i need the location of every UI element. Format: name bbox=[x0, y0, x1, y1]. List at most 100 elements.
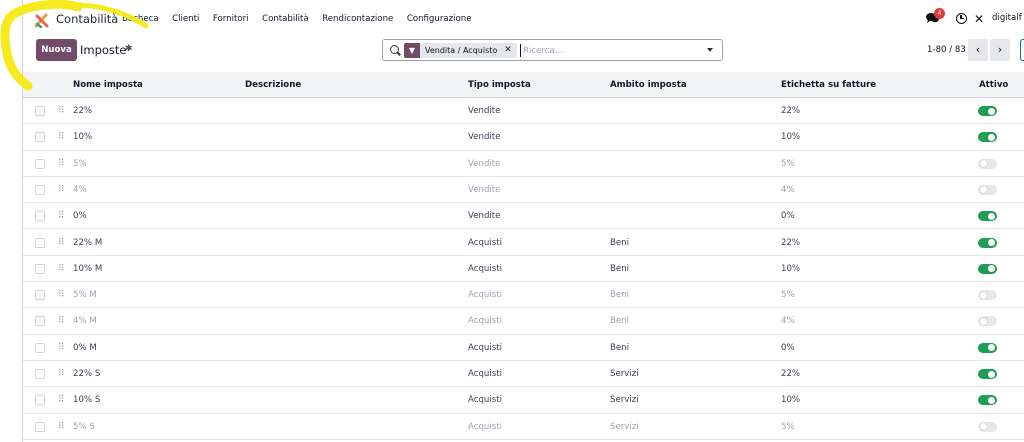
activity-clock-icon[interactable] bbox=[956, 13, 967, 24]
drag-handle-icon[interactable]: ⠿ bbox=[58, 131, 66, 143]
pager-next-button[interactable]: › bbox=[990, 39, 1010, 61]
row-checkbox[interactable] bbox=[35, 421, 45, 432]
cell-type: Acquisti bbox=[468, 421, 502, 432]
accounting-app-icon[interactable] bbox=[34, 12, 50, 28]
active-toggle[interactable] bbox=[978, 184, 997, 195]
search-options-toggle-icon[interactable] bbox=[707, 48, 713, 52]
table-row[interactable]: ⠿ 0% M Acquisti Beni 0% bbox=[23, 335, 1024, 361]
drag-handle-icon[interactable]: ⠿ bbox=[58, 368, 66, 380]
table-row[interactable]: ⠿ 5% M Acquisti Beni 5% bbox=[23, 282, 1024, 309]
cell-type: Acquisti bbox=[468, 395, 502, 406]
table-row[interactable]: ⠿ 22% S Acquisti Servizi 22% bbox=[23, 361, 1024, 388]
pager-previous-button[interactable]: ‹ bbox=[968, 39, 988, 61]
navbar-systray: 4 ✕ digitalf bbox=[926, 8, 1022, 26]
drag-handle-icon[interactable]: ⠿ bbox=[58, 342, 66, 354]
menu-item-rendicontazione[interactable]: Rendicontazione bbox=[322, 14, 393, 24]
row-checkbox[interactable] bbox=[35, 211, 45, 222]
view-switcher-button[interactable] bbox=[1020, 39, 1024, 61]
drag-handle-icon[interactable]: ⠿ bbox=[58, 315, 66, 327]
table-row[interactable]: ⠿ 10% M Acquisti Beni 10% bbox=[23, 256, 1024, 283]
active-toggle[interactable] bbox=[978, 158, 997, 169]
cell-invoice-label: 4% bbox=[781, 184, 795, 195]
table-row[interactable]: ⠿ 10% S Acquisti Servizi 10% bbox=[23, 387, 1024, 414]
cell-invoice-label: 5% bbox=[781, 421, 795, 432]
debug-tools-icon[interactable]: ✕ bbox=[974, 12, 984, 26]
row-checkbox[interactable] bbox=[35, 106, 45, 116]
cell-invoice-label: 4% bbox=[781, 316, 795, 327]
table-row[interactable]: ⠿ 4% Vendite 4% bbox=[23, 177, 1024, 204]
active-toggle[interactable] bbox=[978, 395, 997, 406]
table-row[interactable]: ⠿ 22% M Acquisti Beni 22% bbox=[23, 230, 1024, 256]
drag-handle-icon[interactable]: ⠿ bbox=[58, 210, 66, 222]
cell-scope: Beni bbox=[610, 316, 630, 327]
row-checkbox[interactable] bbox=[35, 316, 45, 327]
cell-scope: Servizi bbox=[610, 421, 639, 432]
user-menu[interactable]: digitalf bbox=[992, 13, 1022, 23]
cell-scope: Servizi bbox=[610, 369, 639, 379]
pager-value[interactable]: 1-80 / 83 bbox=[927, 45, 966, 55]
menu-item-contabilita[interactable]: Contabilità bbox=[262, 14, 309, 24]
app-page: Contabilità Bacheca Clienti Fornitori Co… bbox=[22, 0, 1024, 442]
cell-name: 10% bbox=[73, 132, 93, 143]
active-toggle[interactable] bbox=[978, 421, 997, 432]
table-row[interactable]: ⠿ 5% Vendite 5% bbox=[23, 151, 1024, 177]
gear-icon[interactable]: ✱ bbox=[125, 44, 133, 54]
active-toggle[interactable] bbox=[978, 263, 997, 274]
active-toggle[interactable] bbox=[978, 369, 997, 379]
cell-name: 4% M bbox=[73, 316, 97, 327]
app-name[interactable]: Contabilità bbox=[56, 12, 118, 26]
table-row[interactable]: ⠿ 10% Vendite 10% bbox=[23, 124, 1024, 151]
cell-invoice-label: 0% bbox=[781, 211, 795, 222]
drag-handle-icon[interactable]: ⠿ bbox=[58, 421, 66, 433]
drag-handle-icon[interactable]: ⠿ bbox=[58, 394, 66, 406]
row-checkbox[interactable] bbox=[35, 369, 45, 379]
column-header-invoice-label[interactable]: Etichetta su fatture bbox=[781, 80, 876, 90]
drag-handle-icon[interactable]: ⠿ bbox=[58, 105, 66, 117]
drag-handle-icon[interactable]: ⠿ bbox=[58, 184, 66, 196]
active-toggle[interactable] bbox=[978, 342, 997, 353]
row-checkbox[interactable] bbox=[35, 342, 45, 353]
table-header: Nome imposta Descrizione Tipo imposta Am… bbox=[23, 72, 1024, 98]
cell-invoice-label: 10% bbox=[781, 132, 801, 143]
remove-filter-icon[interactable]: ✕ bbox=[502, 43, 517, 58]
drag-handle-icon[interactable]: ⠿ bbox=[58, 289, 66, 301]
menu-item-bacheca[interactable]: Bacheca bbox=[122, 14, 159, 24]
column-header-type[interactable]: Tipo imposta bbox=[468, 80, 531, 90]
drag-handle-icon[interactable]: ⠿ bbox=[58, 237, 66, 249]
table-row[interactable]: ⠿ 22% Vendite 22% bbox=[23, 98, 1024, 125]
active-toggle[interactable] bbox=[978, 106, 997, 116]
column-header-scope[interactable]: Ambito imposta bbox=[610, 80, 687, 90]
drag-handle-icon[interactable]: ⠿ bbox=[58, 263, 66, 275]
row-checkbox[interactable] bbox=[35, 132, 45, 143]
messages-icon[interactable]: 4 bbox=[926, 8, 945, 24]
active-toggle[interactable] bbox=[978, 316, 997, 327]
search-input[interactable] bbox=[520, 44, 700, 57]
active-toggle[interactable] bbox=[978, 290, 997, 301]
column-header-description[interactable]: Descrizione bbox=[245, 80, 301, 90]
row-checkbox[interactable] bbox=[35, 237, 45, 248]
table-row[interactable]: ⠿ 5% S Acquisti Servizi 5% bbox=[23, 414, 1024, 440]
row-checkbox[interactable] bbox=[35, 184, 45, 195]
row-checkbox[interactable] bbox=[35, 290, 45, 301]
row-checkbox[interactable] bbox=[35, 263, 45, 274]
table-row[interactable]: ⠿ 0% Vendite 0% bbox=[23, 203, 1024, 230]
new-button[interactable]: Nuova bbox=[36, 39, 77, 61]
search-icon[interactable] bbox=[390, 45, 399, 54]
menu-item-clienti[interactable]: Clienti bbox=[172, 14, 199, 24]
active-toggle[interactable] bbox=[978, 132, 997, 143]
menu-item-configurazione[interactable]: Configurazione bbox=[407, 14, 472, 24]
cell-type: Acquisti bbox=[468, 290, 502, 301]
active-toggle[interactable] bbox=[978, 237, 997, 248]
column-header-name[interactable]: Nome imposta bbox=[73, 80, 143, 90]
cell-type: Acquisti bbox=[468, 316, 502, 327]
table-row[interactable]: ⠿ 4% M Acquisti Beni 4% bbox=[23, 308, 1024, 335]
active-toggle[interactable] bbox=[978, 211, 997, 222]
drag-handle-icon[interactable]: ⠿ bbox=[58, 158, 66, 170]
row-checkbox[interactable] bbox=[35, 395, 45, 406]
page-title[interactable]: Imposte bbox=[80, 43, 127, 57]
menu-item-fornitori[interactable]: Fornitori bbox=[213, 14, 249, 24]
cell-name: 22% S bbox=[73, 369, 101, 379]
messages-count-badge: 4 bbox=[934, 8, 945, 19]
column-header-active[interactable]: Attivo bbox=[979, 80, 1008, 90]
row-checkbox[interactable] bbox=[35, 158, 45, 169]
